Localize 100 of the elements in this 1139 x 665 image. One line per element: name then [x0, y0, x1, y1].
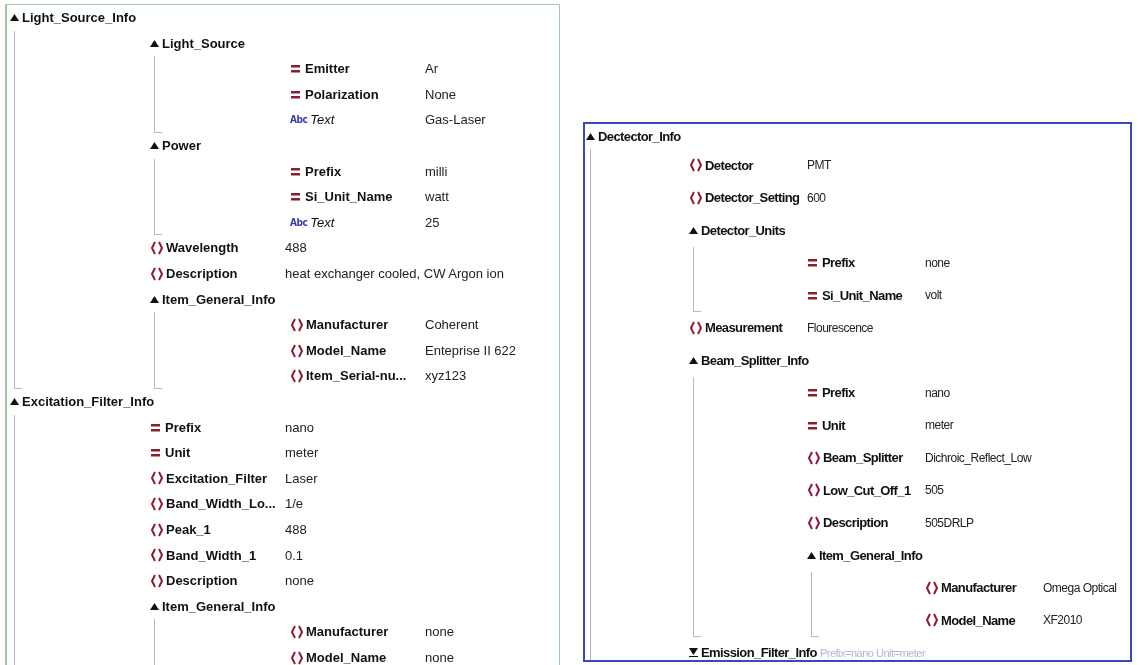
braces-icon: [925, 580, 939, 595]
element-name: Detector: [705, 156, 753, 175]
element-name: Power: [162, 137, 201, 155]
element-name: Model_Name: [306, 341, 387, 360]
element-name: Measurement: [705, 319, 783, 337]
node-value: Enteprise II 622: [425, 341, 517, 360]
equals-icon: [807, 386, 818, 400]
braces-icon: [150, 573, 164, 588]
node-value: watt: [425, 188, 449, 207]
attribute-summary: Prefix=nano Unit=meter: [819, 645, 926, 660]
equals-icon: [807, 256, 818, 270]
collapse-toggle[interactable]: [150, 142, 162, 150]
attribute-name: Si_Unit_Name: [305, 188, 393, 207]
node-value: 25: [425, 213, 440, 232]
element-name: Description: [166, 572, 238, 591]
node-value: volt: [925, 287, 942, 305]
element-name: Item_General_Info: [162, 597, 276, 616]
attribute-name: Prefix: [822, 384, 855, 402]
attribute-name: Prefix: [822, 254, 855, 272]
element-name: Detector_Units: [701, 221, 786, 240]
braces-icon: [689, 320, 703, 335]
element-name: Manufacturer: [941, 579, 1017, 597]
collapse-toggle[interactable]: [586, 133, 598, 140]
element-name: Description: [166, 265, 238, 283]
braces-icon: [807, 515, 821, 530]
element-name: Wavelength: [166, 239, 239, 258]
attribute-name: Prefix: [305, 162, 342, 181]
element-name: Item_General_Info: [162, 290, 276, 309]
braces-icon: [150, 548, 164, 563]
braces-icon: [290, 343, 304, 358]
node-value: nano: [285, 418, 314, 437]
braces-icon: [150, 471, 164, 486]
element-name: Peak_1: [166, 520, 211, 539]
node-value: heat exchanger cooled, CW Argon ion: [285, 265, 504, 283]
element-name: Band_Width_1: [166, 546, 257, 565]
text-node-label: Text: [310, 111, 335, 130]
element-name: Light_Source_Info: [22, 9, 137, 28]
node-value: 505DRLP: [925, 514, 974, 532]
element-name: Model_Name: [941, 611, 1016, 630]
attribute-name: Unit: [822, 416, 845, 435]
node-value: 0.1: [285, 546, 304, 565]
equals-icon: [290, 88, 301, 102]
text-node-icon: Abc: [290, 115, 308, 126]
braces-icon: [290, 650, 304, 665]
braces-icon: [150, 522, 164, 537]
node-value: Omega Optical: [1043, 579, 1117, 597]
node-value: Gas-Laser: [425, 111, 486, 130]
text-node-label: Text: [310, 213, 335, 232]
node-value: Laser: [285, 469, 318, 488]
collapse-toggle[interactable]: [10, 398, 22, 406]
element-name: Excitation_Filter: [166, 469, 268, 488]
node-value: milli: [425, 162, 448, 181]
node-value: none: [285, 572, 314, 591]
node-value: 505: [925, 482, 944, 500]
node-value: 488: [285, 239, 307, 258]
tree-bracket: [811, 571, 819, 637]
node-value: Flourescence: [807, 319, 874, 337]
attribute-name: Si_Unit_Name: [822, 286, 903, 305]
node-value: meter: [285, 444, 319, 463]
collapse-toggle[interactable]: [807, 551, 819, 559]
node-value: Dichroic_Reflect_Low: [925, 449, 1032, 467]
attribute-name: Polarization: [305, 85, 379, 104]
collapse-toggle[interactable]: [689, 226, 701, 234]
node-value: Coherent: [425, 316, 479, 335]
node-value: None: [425, 85, 457, 104]
braces-icon: [925, 613, 939, 628]
node-value: meter: [925, 417, 954, 435]
collapse-toggle[interactable]: [689, 356, 701, 364]
element-name: Item_General_Info: [819, 546, 923, 565]
equals-icon: [290, 62, 301, 76]
node-value: PMT: [807, 157, 831, 175]
expand-toggle[interactable]: [689, 648, 701, 658]
collapse-toggle[interactable]: [150, 39, 162, 47]
braces-icon: [290, 369, 304, 384]
element-name: Emission_Filter_Info: [701, 644, 817, 660]
collapse-toggle[interactable]: [150, 295, 162, 303]
element-name: Dectector_Info: [598, 127, 681, 146]
braces-icon: [150, 241, 164, 256]
element-name: Excitation_Filter_Info: [22, 392, 155, 411]
node-value: none: [925, 254, 950, 272]
element-name: Beam_Splitter_Info: [701, 351, 809, 370]
collapse-toggle[interactable]: [10, 14, 22, 22]
braces-icon: [807, 483, 821, 498]
text-node-icon: Abc: [290, 217, 308, 228]
node-value: XF2010: [1043, 612, 1083, 630]
attribute-name: Unit: [165, 444, 191, 463]
braces-icon: [689, 158, 703, 173]
element-name: Beam_Splitter: [823, 449, 903, 467]
braces-icon: [150, 266, 164, 281]
braces-icon: [290, 625, 304, 640]
element-name: Detector_Setting: [705, 189, 800, 207]
collapse-toggle[interactable]: [150, 602, 162, 610]
node-value: 1/e: [285, 495, 304, 514]
element-name: Light_Source: [162, 34, 246, 53]
braces-icon: [150, 497, 164, 512]
element-name: Manufacturer: [306, 623, 389, 642]
equals-icon: [150, 446, 161, 460]
attribute-name: Prefix: [165, 418, 202, 437]
braces-icon: [290, 317, 304, 332]
element-name: Model_Name: [306, 648, 387, 665]
